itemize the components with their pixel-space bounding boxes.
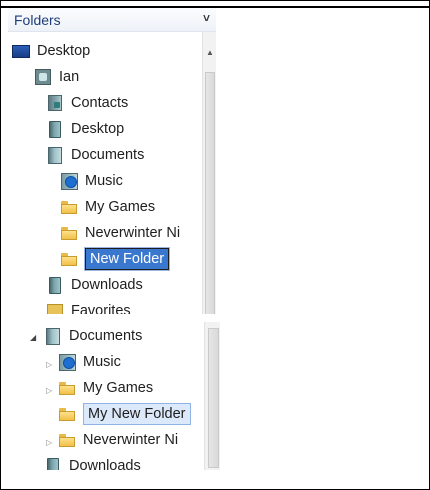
tree-item-my-new-folder[interactable]: My New Folder	[58, 402, 191, 426]
tree-item-my-games[interactable]: My Games	[58, 376, 153, 400]
tree-item-music[interactable]: Music	[60, 169, 123, 193]
library-icon	[46, 276, 64, 294]
tree-item-desktop[interactable]: Desktop	[46, 117, 124, 141]
tree-item-label: Ian	[59, 69, 80, 85]
rename-input[interactable]: New Folder	[83, 247, 171, 271]
tree-item-music[interactable]: Music	[58, 350, 121, 374]
tree-item-label-selected: My New Folder	[83, 403, 191, 425]
tree-item-favorites[interactable]: Favorites	[46, 299, 131, 314]
desktop-icon	[12, 42, 30, 60]
tree-item-neverwinter[interactable]: Neverwinter Ni	[60, 221, 180, 245]
vertical-scrollbar[interactable]: ▲	[202, 32, 216, 314]
expand-arrow-icon[interactable]: ▷	[46, 360, 52, 369]
folders-header[interactable]: Folders ˅	[8, 8, 216, 32]
tree-item-downloads[interactable]: Downloads	[46, 273, 143, 297]
tree-item-downloads[interactable]: Downloads	[44, 454, 141, 470]
tree-item-label: My Games	[85, 199, 156, 215]
folder-icon	[58, 379, 76, 397]
folder-icon	[60, 250, 78, 268]
folders-title: Folders	[14, 12, 61, 28]
tree-item-contacts[interactable]: Contacts	[46, 91, 128, 115]
tree-item-label: Neverwinter Ni	[83, 432, 179, 448]
music-icon	[58, 353, 76, 371]
tree-item-documents[interactable]: Documents	[46, 143, 144, 167]
folder-icon	[60, 224, 78, 242]
contacts-icon	[46, 94, 64, 112]
tree-item-label: Contacts	[71, 95, 129, 111]
music-icon	[60, 172, 78, 190]
tree-item-label: Favorites	[71, 303, 131, 314]
tree-item-label: Desktop	[37, 43, 91, 59]
tree-item-label: Neverwinter Ni	[85, 225, 181, 241]
tree-item-new-folder[interactable]: New Folder	[60, 247, 171, 271]
tree-item-desktop-root[interactable]: Desktop	[12, 39, 90, 63]
expand-arrow-icon[interactable]: ▷	[46, 386, 52, 395]
favorites-icon	[46, 302, 64, 314]
tree-item-label: Documents	[69, 328, 143, 344]
documents-icon	[46, 146, 64, 164]
tree-item-label: Music	[85, 173, 123, 189]
folders-pane-bottom: ◢ Documents ▷ Music ▷ My Games My New Fo…	[8, 322, 220, 470]
collapse-arrow-icon[interactable]: ◢	[30, 333, 36, 342]
tree-item-label: My Games	[83, 380, 154, 396]
chevron-down-icon[interactable]: ˅	[203, 11, 210, 25]
library-icon	[46, 120, 64, 138]
folder-icon	[58, 405, 76, 423]
scrollbar-thumb[interactable]	[208, 328, 219, 468]
folder-icon	[60, 198, 78, 216]
tree-item-label: Music	[83, 354, 121, 370]
tree-item-label: Desktop	[71, 121, 125, 137]
library-icon	[44, 457, 62, 470]
tree-item-label: Downloads	[71, 277, 143, 293]
folder-icon	[58, 431, 76, 449]
scroll-up-icon[interactable]: ▲	[206, 48, 214, 57]
vertical-scrollbar[interactable]	[204, 322, 220, 470]
tree-item-my-games[interactable]: My Games	[60, 195, 155, 219]
scrollbar-thumb[interactable]	[205, 72, 215, 314]
documents-icon	[44, 327, 62, 345]
tree-item-label: Downloads	[69, 458, 141, 470]
expand-arrow-icon[interactable]: ▷	[46, 438, 52, 447]
tree-item-label: Documents	[71, 147, 145, 163]
tree-item-neverwinter[interactable]: Neverwinter Ni	[58, 428, 178, 452]
tree-item-documents[interactable]: Documents	[44, 324, 142, 348]
folders-pane-top: Folders ˅ Desktop Ian Contacts Desktop D…	[8, 8, 216, 314]
tree-item-ian[interactable]: Ian	[34, 65, 79, 89]
user-icon	[34, 68, 52, 86]
